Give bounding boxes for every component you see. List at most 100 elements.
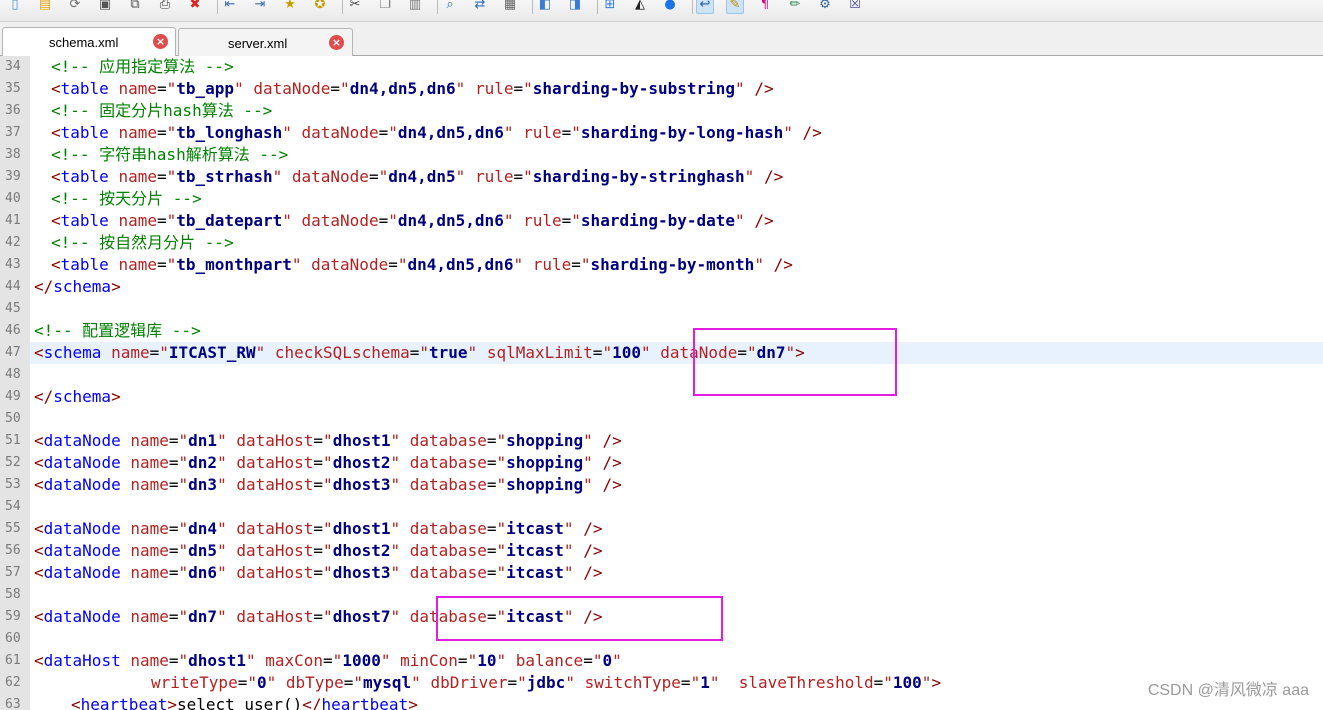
code-line[interactable]: 51 <dataNode name="dn1" dataHost="dhost1"… — [0, 430, 1323, 452]
code-line[interactable]: 53 <dataNode name="dn3" dataHost="dhost3"… — [0, 474, 1323, 496]
close-tab-icon[interactable]: × — [153, 34, 168, 49]
paste-icon[interactable]: ▥ — [406, 0, 424, 14]
code-line[interactable]: 61 <dataHost name="dhost1" maxCon="1000" … — [0, 650, 1323, 672]
code-token-attr: name — [130, 475, 169, 494]
code-token-val: dn1 — [188, 431, 218, 450]
sync-left-icon[interactable]: ◧ — [536, 0, 554, 14]
code-token-attr: " — [746, 343, 757, 362]
code-line[interactable]: 39 <table name="tb_strhash" dataNode="dn4… — [0, 166, 1323, 188]
code-token-val: dn4,dn5,dn6 — [397, 211, 504, 230]
code-line[interactable]: 46 <!-- 配置逻辑库 --> — [0, 320, 1323, 342]
code-token-attr: " — [323, 519, 333, 538]
code-line[interactable]: 36 <!-- 固定分片hash算法 --> — [0, 100, 1323, 122]
code-text: <table name="tb_longhash" dataNode="dn4,… — [34, 122, 822, 144]
code-line[interactable]: 34 <!-- 应用指定算法 --> — [0, 56, 1323, 78]
tab-schema-xml[interactable]: schema.xml × — [2, 27, 176, 57]
find-icon[interactable]: ⌕ — [441, 0, 459, 14]
code-editor[interactable]: 34 <!-- 应用指定算法 --> 35 <table name="tb_app" … — [0, 56, 1323, 710]
open-file-icon[interactable]: ▤ — [36, 0, 54, 14]
code-token-attr: name — [130, 431, 169, 450]
code-line[interactable]: 47 <schema name="ITCAST_RW" checkSQLschem… — [0, 342, 1323, 364]
bookmark-icon[interactable]: ★ — [281, 0, 299, 14]
highlighter-icon[interactable]: ✏ — [786, 0, 804, 14]
code-token-attr: " — [255, 343, 266, 362]
close-all-icon[interactable]: ☒ — [846, 0, 864, 14]
close-icon[interactable]: ✖ — [186, 0, 204, 14]
code-line[interactable]: 43 <table name="tb_monthpart" dataNode="d… — [0, 254, 1323, 276]
code-line[interactable]: 44 </schema> — [0, 276, 1323, 298]
code-line[interactable]: 48 — [0, 364, 1323, 386]
code-line[interactable]: 40 <!-- 按天分片 --> — [0, 188, 1323, 210]
line-number: 34 — [0, 56, 30, 78]
code-line[interactable]: 62 writeType="0" dbType="mysql" dbDriver=… — [0, 672, 1323, 694]
code-line[interactable]: 37 <table name="tb_longhash" dataNode="dn… — [0, 122, 1323, 144]
code-token-txt: = — [513, 167, 524, 186]
code-line[interactable]: 49 </schema> — [0, 386, 1323, 408]
indent-icon[interactable]: ⇥ — [251, 0, 269, 14]
code-line[interactable]: 55 <dataNode name="dn4" dataHost="dhost1"… — [0, 518, 1323, 540]
tab-server-xml[interactable]: server.xml × — [178, 28, 353, 56]
code-line[interactable]: 35 <table name="tb_app" dataNode="dn4,dn5… — [0, 78, 1323, 100]
code-line[interactable]: 41 <table name="tb_datepart" dataNode="dn… — [0, 210, 1323, 232]
code-line[interactable]: 38 <!-- 字符串hash解析算法 --> — [0, 144, 1323, 166]
code-token-attr: " — [340, 79, 350, 98]
code-token-attr: name — [118, 123, 157, 142]
code-token-txt: = — [237, 673, 248, 692]
code-line[interactable]: 45 — [0, 298, 1323, 320]
code-token-txt: = — [378, 123, 389, 142]
mac-format-icon[interactable]: ● — [661, 0, 679, 14]
sync-right-icon[interactable]: ◨ — [566, 0, 584, 14]
binary-icon[interactable]: ▦ — [501, 0, 519, 14]
code-token-attr: rule — [474, 167, 514, 186]
code-line[interactable]: 63 <heartbeat>select user()</heartbeat> — [0, 694, 1323, 710]
print-icon[interactable]: ⎙ — [156, 0, 174, 14]
outdent-icon[interactable]: ⇤ — [221, 0, 239, 14]
code-token-val: dhost3 — [332, 563, 391, 582]
replace-icon[interactable]: ⇄ — [471, 0, 489, 14]
new-file-icon[interactable]: ▯ — [6, 0, 24, 14]
code-line[interactable]: 59 <dataNode name="dn7" dataHost="dhost7"… — [0, 606, 1323, 628]
code-token-name: table — [60, 255, 109, 274]
code-line[interactable]: 52 <dataNode name="dn2" dataHost="dhost2"… — [0, 452, 1323, 474]
code-token-txt: = — [561, 211, 572, 230]
windows-format-icon[interactable]: ⊞ — [601, 0, 619, 14]
close-tab-icon[interactable]: × — [329, 35, 344, 50]
code-token-val: dn2 — [188, 453, 218, 472]
save-all-icon[interactable]: ⧉ — [126, 0, 144, 14]
linux-format-icon[interactable]: ◭ — [631, 0, 649, 14]
code-line[interactable]: 57 <dataNode name="dn6" dataHost="dhost3"… — [0, 562, 1323, 584]
toolbar: ▯ ▤ ⟳ ▣ ⧉ ⎙ ✖ ⇤ ⇥ ★ ✪ ✂ ❐ ▥ ⌕ ⇄ ▦ ◧ ◨ ⊞ ◭ ● ↩ ✎ ¶ ✏ ⚙ ☒ — [0, 0, 1323, 22]
edit-mode-icon[interactable]: ✎ — [726, 0, 744, 14]
code-token-attr: minCon — [400, 651, 458, 670]
code-token-cmt: <!-- 按自然月分片 --> — [51, 233, 234, 252]
code-line[interactable]: 60 — [0, 628, 1323, 650]
settings-icon[interactable]: ⚙ — [816, 0, 834, 14]
code-line[interactable]: 42 <!-- 按自然月分片 --> — [0, 232, 1323, 254]
code-line[interactable]: 54 — [0, 496, 1323, 518]
favorite-icon[interactable]: ✪ — [311, 0, 329, 14]
code-token-attr: " — [735, 211, 745, 230]
code-token-val: true — [429, 343, 468, 362]
reload-icon[interactable]: ⟳ — [66, 0, 84, 14]
code-token-attr: " — [323, 563, 333, 582]
word-wrap-icon[interactable]: ↩ — [696, 0, 714, 14]
code-text: </schema> — [34, 386, 121, 408]
line-number: 45 — [0, 298, 30, 320]
code-token-attr: dataNode — [301, 123, 379, 142]
cut-icon[interactable]: ✂ — [346, 0, 364, 14]
save-icon[interactable]: ▣ — [96, 0, 114, 14]
code-line[interactable]: 58 — [0, 584, 1323, 606]
code-token-attr: name — [111, 343, 150, 362]
copy-icon[interactable]: ❐ — [376, 0, 394, 14]
code-line[interactable]: 56 <dataNode name="dn5" dataHost="dhost2"… — [0, 540, 1323, 562]
code-token-val: dhost3 — [332, 475, 391, 494]
show-symbols-icon[interactable]: ¶ — [756, 0, 774, 14]
code-line[interactable]: 50 — [0, 408, 1323, 430]
